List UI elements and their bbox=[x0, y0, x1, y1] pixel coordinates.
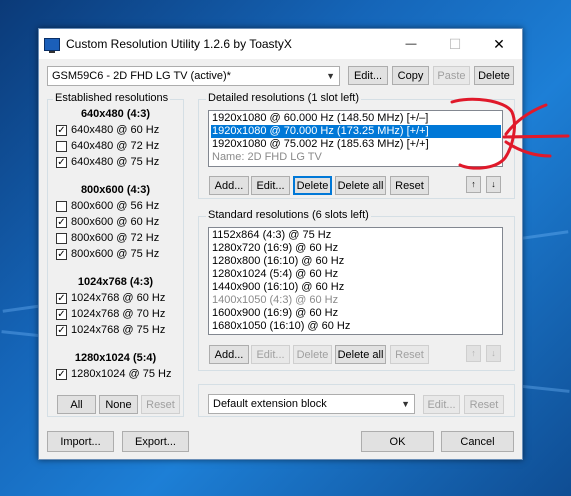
established-group-header: 1024x768 (4:3) bbox=[77, 276, 154, 288]
standard-add-button[interactable]: Add... bbox=[209, 345, 249, 364]
resolution-checkbox[interactable] bbox=[56, 201, 67, 212]
detailed-resolution-item[interactable]: Name: 2D FHD LG TV bbox=[211, 151, 322, 164]
checkmark-icon: ✓ bbox=[57, 125, 66, 136]
established-group-header: 640x480 (4:3) bbox=[80, 108, 151, 120]
close-button[interactable]: ✕ bbox=[477, 29, 521, 59]
standard-label: Standard resolutions (6 slots left) bbox=[206, 209, 371, 221]
resolution-label: 1280x1024 @ 75 Hz bbox=[71, 368, 172, 380]
established-group-header: 1280x1024 (5:4) bbox=[74, 352, 157, 364]
resolution-label: 1024x768 @ 75 Hz bbox=[71, 324, 166, 336]
monitor-select-value: GSM59C6 - 2D FHD LG TV (active)* bbox=[52, 70, 231, 82]
established-group-header: 800x600 (4:3) bbox=[80, 184, 151, 196]
resolution-label: 1024x768 @ 60 Hz bbox=[71, 292, 166, 304]
extension-select-value: Default extension block bbox=[213, 398, 327, 410]
checkmark-icon: ✓ bbox=[57, 369, 66, 380]
edit-monitor-button[interactable]: Edit... bbox=[348, 66, 388, 85]
arrow-up-icon: ↑ bbox=[471, 179, 476, 189]
extension-select[interactable]: Default extension block ▼ bbox=[208, 394, 415, 414]
resolution-checkbox[interactable]: ✓ bbox=[56, 309, 67, 320]
import-button[interactable]: Import... bbox=[47, 431, 114, 452]
extension-edit-button[interactable]: Edit... bbox=[423, 395, 460, 414]
standard-delete-button[interactable]: Delete bbox=[293, 345, 332, 364]
window-title: Custom Resolution Utility 1.2.6 by Toast… bbox=[66, 37, 292, 51]
chevron-down-icon: ▼ bbox=[401, 399, 410, 409]
arrow-up-icon: ↑ bbox=[471, 348, 476, 358]
established-label: Established resolutions bbox=[53, 92, 171, 104]
resolution-checkbox[interactable]: ✓ bbox=[56, 217, 67, 228]
title-bar: Custom Resolution Utility 1.2.6 by Toast… bbox=[39, 29, 522, 59]
resolution-label: 640x480 @ 75 Hz bbox=[71, 156, 160, 168]
checkmark-icon: ✓ bbox=[57, 217, 66, 228]
standard-resolution-item[interactable]: 1280x720 (16:9) @ 60 Hz bbox=[211, 242, 338, 255]
detailed-listbox[interactable]: 1920x1080 @ 60.000 Hz (148.50 MHz) [+/–]… bbox=[208, 110, 503, 167]
resolution-label: 800x600 @ 60 Hz bbox=[71, 216, 160, 228]
resolution-label: 800x600 @ 56 Hz bbox=[71, 200, 160, 212]
checkmark-icon: ✓ bbox=[57, 325, 66, 336]
move-up-button[interactable]: ↑ bbox=[466, 176, 481, 193]
standard-delete-all-button[interactable]: Delete all bbox=[335, 345, 386, 364]
resolution-checkbox[interactable]: ✓ bbox=[56, 249, 67, 260]
select-all-button[interactable]: All bbox=[57, 395, 96, 414]
checkmark-icon: ✓ bbox=[57, 293, 66, 304]
standard-resolution-item[interactable]: 1280x800 (16:10) @ 60 Hz bbox=[211, 255, 344, 268]
established-reset-button[interactable]: Reset bbox=[141, 395, 180, 414]
extension-reset-button[interactable]: Reset bbox=[464, 395, 504, 414]
copy-button[interactable]: Copy bbox=[392, 66, 429, 85]
standard-resolution-item[interactable]: 1280x1024 (5:4) @ 60 Hz bbox=[211, 268, 338, 281]
standard-resolution-item[interactable]: 1600x900 (16:9) @ 60 Hz bbox=[211, 307, 338, 320]
checkmark-icon: ✓ bbox=[57, 309, 66, 320]
checkmark-icon: ✓ bbox=[57, 157, 66, 168]
resolution-checkbox[interactable]: ✓ bbox=[56, 293, 67, 304]
select-none-button[interactable]: None bbox=[99, 395, 138, 414]
resolution-label: 800x600 @ 72 Hz bbox=[71, 232, 160, 244]
standard-move-down-button[interactable]: ↓ bbox=[486, 345, 501, 362]
standard-edit-button[interactable]: Edit... bbox=[251, 345, 290, 364]
resolution-checkbox[interactable]: ✓ bbox=[56, 125, 67, 136]
detailed-resolution-item[interactable]: 1920x1080 @ 60.000 Hz (148.50 MHz) [+/–] bbox=[211, 112, 428, 125]
maximize-button[interactable]: ☐ bbox=[433, 29, 477, 59]
detailed-reset-button[interactable]: Reset bbox=[390, 176, 429, 195]
standard-move-up-button[interactable]: ↑ bbox=[466, 345, 481, 362]
detailed-delete-button[interactable]: Delete bbox=[293, 176, 332, 195]
standard-resolution-item[interactable]: 1400x1050 (4:3) @ 60 Hz bbox=[211, 294, 338, 307]
arrow-down-icon: ↓ bbox=[491, 348, 496, 358]
detailed-add-button[interactable]: Add... bbox=[209, 176, 249, 195]
standard-resolution-item[interactable]: 1152x864 (4:3) @ 75 Hz bbox=[211, 229, 331, 242]
resolution-checkbox[interactable]: ✓ bbox=[56, 325, 67, 336]
resolution-label: 640x480 @ 60 Hz bbox=[71, 124, 160, 136]
ok-button[interactable]: OK bbox=[361, 431, 434, 452]
detailed-delete-all-button[interactable]: Delete all bbox=[335, 176, 386, 195]
paste-button[interactable]: Paste bbox=[433, 66, 470, 85]
standard-resolution-item[interactable]: 1680x1050 (16:10) @ 60 Hz bbox=[211, 320, 350, 333]
chevron-down-icon: ▼ bbox=[326, 71, 335, 81]
resolution-checkbox[interactable]: ✓ bbox=[56, 369, 67, 380]
standard-listbox[interactable]: 1152x864 (4:3) @ 75 Hz 1280x720 (16:9) @ … bbox=[208, 227, 503, 335]
resolution-checkbox[interactable] bbox=[56, 141, 67, 152]
monitor-select[interactable]: GSM59C6 - 2D FHD LG TV (active)* ▼ bbox=[47, 66, 340, 86]
arrow-down-icon: ↓ bbox=[491, 179, 496, 189]
monitor-icon bbox=[44, 38, 60, 53]
resolution-checkbox[interactable]: ✓ bbox=[56, 157, 67, 168]
standard-resolution-item[interactable]: 1440x900 (16:10) @ 60 Hz bbox=[211, 281, 344, 294]
detailed-edit-button[interactable]: Edit... bbox=[251, 176, 290, 195]
detailed-resolution-item[interactable]: 1920x1080 @ 70.000 Hz (173.25 MHz) [+/+] bbox=[211, 125, 501, 138]
detailed-label: Detailed resolutions (1 slot left) bbox=[206, 92, 362, 104]
resolution-label: 800x600 @ 75 Hz bbox=[71, 248, 160, 260]
checkmark-icon: ✓ bbox=[57, 249, 66, 260]
cancel-button[interactable]: Cancel bbox=[441, 431, 514, 452]
resolution-checkbox[interactable] bbox=[56, 233, 67, 244]
resolution-label: 1024x768 @ 70 Hz bbox=[71, 308, 166, 320]
move-down-button[interactable]: ↓ bbox=[486, 176, 501, 193]
standard-reset-button[interactable]: Reset bbox=[390, 345, 429, 364]
resolution-label: 640x480 @ 72 Hz bbox=[71, 140, 160, 152]
delete-monitor-button[interactable]: Delete bbox=[474, 66, 514, 85]
export-button[interactable]: Export... bbox=[122, 431, 189, 452]
minimize-button[interactable]: — bbox=[389, 29, 433, 59]
app-window: Custom Resolution Utility 1.2.6 by Toast… bbox=[38, 28, 523, 460]
detailed-resolution-item[interactable]: 1920x1080 @ 75.002 Hz (185.63 MHz) [+/+] bbox=[211, 138, 429, 151]
